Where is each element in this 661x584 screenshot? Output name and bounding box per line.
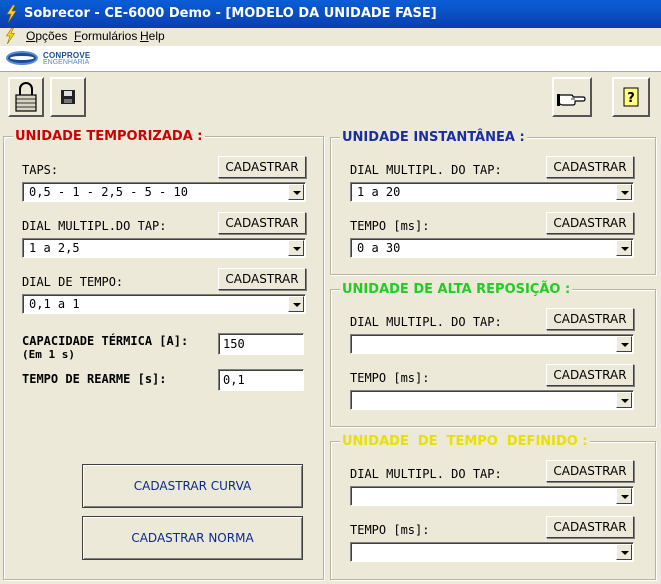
chevron-down-icon[interactable] [616,544,632,560]
cadastrar-curva-button[interactable]: CADASTRAR CURVA [82,464,303,508]
chevron-down-icon[interactable] [288,184,304,200]
menu-bar: Opções Formulários Help [0,28,661,46]
rearme-value: 0,1 [223,373,245,387]
conprove-logo-icon [6,51,38,65]
pointing-hand-icon [557,94,586,106]
toolbar: ? [0,72,661,124]
save-button[interactable] [50,77,86,117]
dial-tempo-label: DIAL DE TEMPO: [22,275,124,289]
menu-opcoes[interactable]: Opções [26,29,67,43]
menu-formularios[interactable]: Formulários [74,29,137,43]
chevron-down-icon[interactable] [616,488,632,504]
chevron-down-icon[interactable] [616,336,632,352]
lock-button[interactable] [8,77,44,117]
inst-tempo-label: TEMPO [ms]: [350,219,430,233]
help-button[interactable]: ? [612,77,650,117]
taps-label: TAPS: [22,163,59,177]
group-title-tempo-definido: UNIDADE DE TEMPO DEFINIDO : [340,434,590,449]
inst-dial-value: 1 a 20 [357,185,401,199]
rearme-input[interactable]: 0,1 [218,369,304,391]
dial-tempo-cadastrar-button[interactable]: CADASTRAR [218,268,306,290]
def-tempo-label: TEMPO [ms]: [350,523,430,537]
alta-dial-label: DIAL MULTIPL. DO TAP: [350,315,502,329]
taps-cadastrar-button[interactable]: CADASTRAR [218,156,306,178]
dial-tap-value: 1 a 2,5 [29,241,80,255]
inst-dial-cadastrar-button[interactable]: CADASTRAR [546,156,634,178]
svg-text:?: ? [627,91,635,106]
inst-dial-select[interactable]: 1 a 20 [350,182,634,202]
chevron-down-icon[interactable] [288,240,304,256]
menu-help[interactable]: Help [140,29,165,43]
def-tempo-select[interactable] [350,542,634,562]
help-icon: ? [623,87,639,107]
title-bar: Sobrecor - CE-6000 Demo - [MODELO DA UNI… [0,0,661,28]
taps-select[interactable]: 0,5 - 1 - 2,5 - 5 - 10 [22,182,306,202]
alta-dial-cadastrar-button[interactable]: CADASTRAR [546,308,634,330]
group-title-alta-reposicao: UNIDADE DE ALTA REPOSIÇÃO : [340,282,573,297]
def-dial-label: DIAL MULTIPL. DO TAP: [350,467,502,481]
dial-tempo-select[interactable]: 0,1 a 1 [22,294,306,314]
capacidade-input[interactable]: 150 [218,333,304,355]
chevron-down-icon[interactable] [616,392,632,408]
capacidade-label: CAPACIDADE TÉRMICA [A]: [22,334,189,348]
window-title: Sobrecor - CE-6000 Demo - [MODELO DA UNI… [24,6,437,21]
logo-text-sub: ENGENHARIA [43,59,90,66]
def-dial-cadastrar-button[interactable]: CADASTRAR [546,460,634,482]
alta-dial-select[interactable] [350,334,634,354]
alta-tempo-label: TEMPO [ms]: [350,371,430,385]
capacidade-value: 150 [223,337,245,351]
dial-tap-cadastrar-button[interactable]: CADASTRAR [218,212,306,234]
dial-tap-label: DIAL MULTIPL.DO TAP: [22,219,167,233]
alta-tempo-select[interactable] [350,390,634,410]
lightning-icon [6,5,17,23]
group-title-instantanea: UNIDADE INSTANTÂNEA : [340,130,527,145]
pointing-hand-button[interactable] [552,77,592,117]
logo-strip: CONPROVE ENGENHARIA [0,46,661,72]
chevron-down-icon[interactable] [288,296,304,312]
save-disk-icon [61,90,75,104]
cadastrar-norma-button[interactable]: CADASTRAR NORMA [82,516,303,560]
inst-dial-label: DIAL MULTIPL. DO TAP: [350,163,502,177]
rearme-label: TEMPO DE REARME [s]: [22,372,167,386]
taps-value: 0,5 - 1 - 2,5 - 5 - 10 [29,185,188,199]
lightning-icon[interactable] [3,28,17,44]
chevron-down-icon[interactable] [616,184,632,200]
def-dial-select[interactable] [350,486,634,506]
alta-tempo-cadastrar-button[interactable]: CADASTRAR [546,364,634,386]
group-title-temporizada: UNIDADE TEMPORIZADA : [13,129,205,144]
inst-tempo-value: 0 a 30 [357,241,401,255]
dial-tempo-value: 0,1 a 1 [29,297,80,311]
inst-tempo-select[interactable]: 0 a 30 [350,238,634,258]
lock-icon [15,82,37,112]
dial-tap-select[interactable]: 1 a 2,5 [22,238,306,258]
def-tempo-cadastrar-button[interactable]: CADASTRAR [546,516,634,538]
capacidade-sublabel: (Em 1 s) [22,348,75,361]
inst-tempo-cadastrar-button[interactable]: CADASTRAR [546,212,634,234]
chevron-down-icon[interactable] [616,240,632,256]
